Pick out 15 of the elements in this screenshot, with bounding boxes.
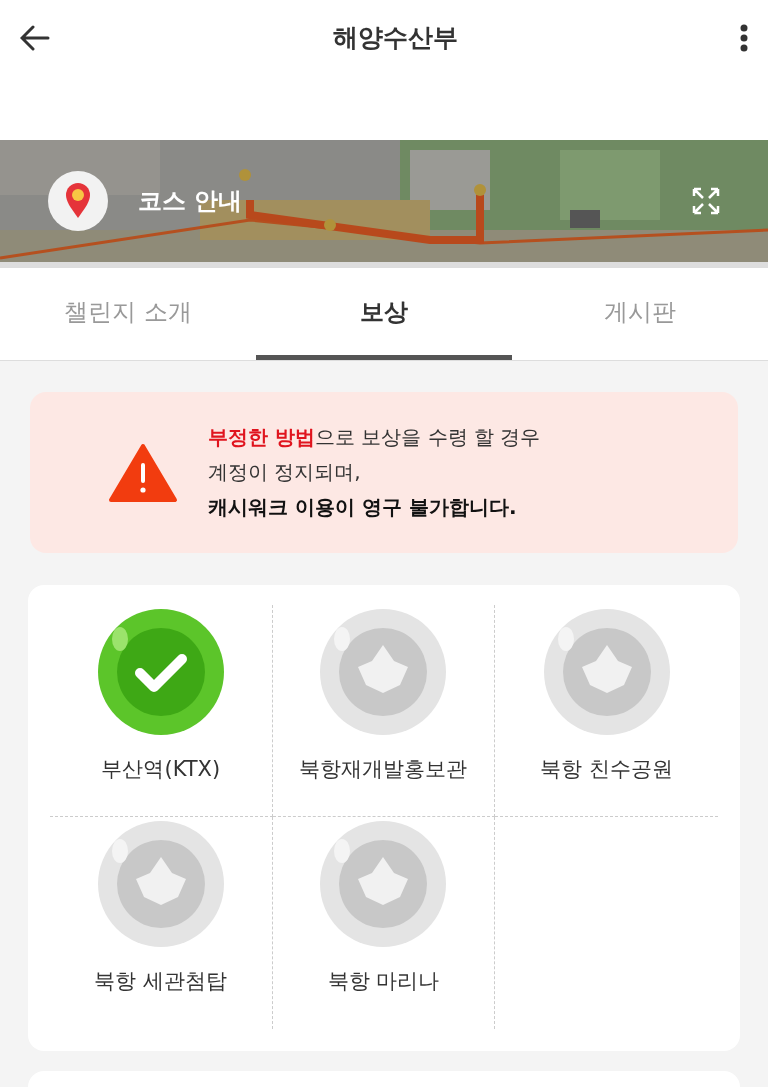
course-guide-label[interactable]: 코스 안내 — [138, 185, 662, 217]
tab[interactable]: 보상 — [256, 268, 512, 360]
stamp-name: 북항재개발홍보관 — [299, 756, 468, 783]
back-arrow-icon[interactable] — [20, 24, 50, 51]
more-menu-icon[interactable] — [740, 23, 748, 52]
stamp-name: 부산역(KTX) — [101, 756, 221, 783]
warning-text: 부정한 방법으로 보상을 수령 할 경우 계정이 정지되며, 캐시워크 이용이 영구 불가합니다. — [208, 424, 541, 521]
warning-icon — [108, 442, 178, 503]
stamp-name: 북항 친수공원 — [540, 756, 673, 783]
stamp-name: 북항 세관첨탑 — [94, 968, 228, 995]
expand-icon[interactable] — [692, 187, 720, 215]
stamp-name: 북항 마리나 — [327, 968, 440, 995]
tab[interactable]: 게시판 — [512, 268, 768, 360]
page-title: 해양수산부 — [332, 22, 458, 54]
tab[interactable]: 챌린지 소개 — [0, 268, 256, 360]
